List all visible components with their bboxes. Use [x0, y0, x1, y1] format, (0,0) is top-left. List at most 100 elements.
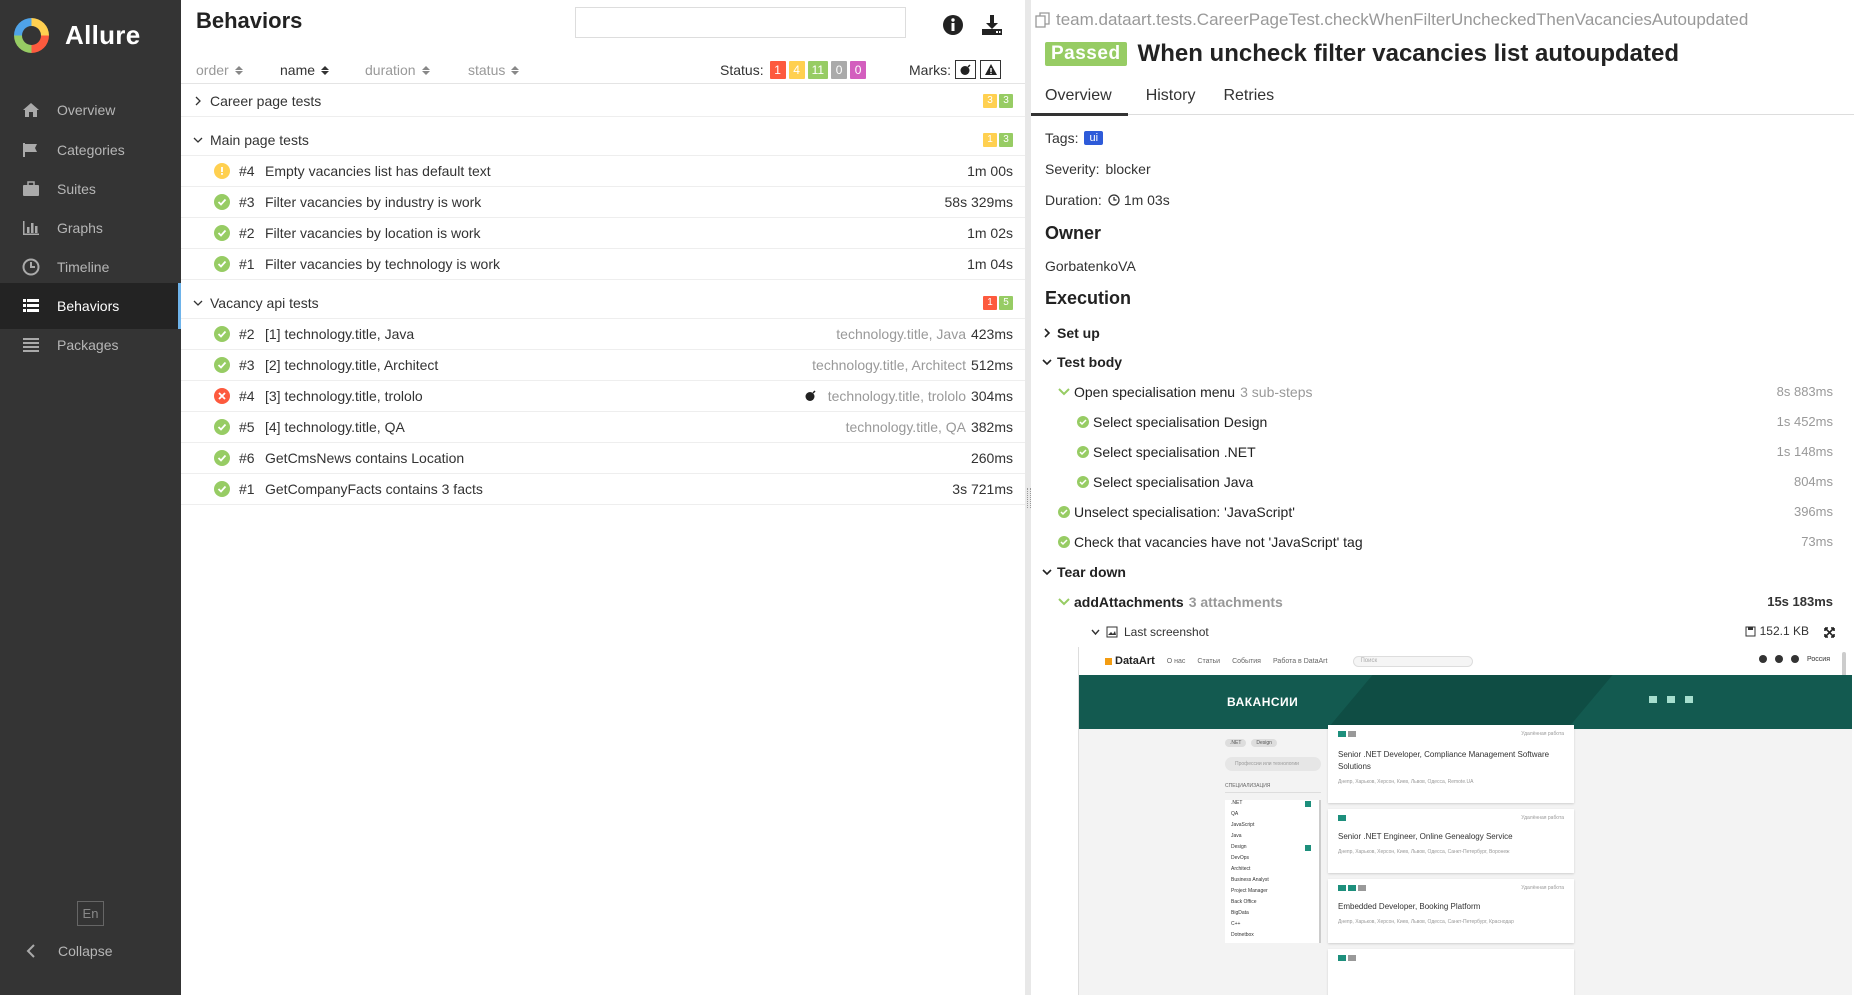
screenshot-card-cities: Днепр, Харьков, Херсон, Киев, Львов, Оде…: [1338, 919, 1514, 925]
chevron-down-icon: [1041, 358, 1053, 366]
passed-icon: [1077, 476, 1089, 488]
status-label: Status:: [720, 62, 764, 78]
step-open-specialisation[interactable]: Open specialisation menu 3 sub-steps: [1058, 381, 1312, 403]
download-icon[interactable]: [980, 13, 1004, 37]
chevron-left-icon: [20, 941, 42, 961]
sort-arrows-icon: [421, 65, 430, 75]
test-row[interactable]: #2 Filter vacancies by location is work …: [181, 218, 1025, 249]
new-failed-mark-toggle[interactable]: [980, 60, 1001, 79]
screenshot-nav-item: Работа в DataArt: [1272, 657, 1328, 665]
step-duration: 15s 183ms: [1767, 594, 1833, 609]
passed-icon: [214, 481, 230, 497]
chevron-down-icon: [1091, 629, 1100, 635]
test-row[interactable]: #4 Empty vacancies list has default text…: [181, 156, 1025, 187]
screenshot-nav-item: О нас: [1166, 657, 1186, 665]
test-number: #1: [239, 481, 255, 497]
test-row[interactable]: #5 [4] technology.title, QA technology.t…: [181, 412, 1025, 443]
step-substeps: 3 sub-steps: [1240, 384, 1313, 400]
sort-arrows-icon: [321, 65, 330, 75]
test-body-step[interactable]: Test body: [1041, 351, 1122, 373]
screenshot-card-cities: Днепр, Харьков, Херсон, Киев, Львов, Оде…: [1338, 849, 1510, 855]
status-toggle-skipped[interactable]: 0: [831, 61, 848, 79]
step-check-vacancies[interactable]: Check that vacancies have not 'JavaScrip…: [1058, 531, 1363, 553]
tab-history[interactable]: History: [1132, 84, 1210, 115]
step-add-attachments[interactable]: addAttachments 3 attachments: [1058, 591, 1283, 613]
screenshot-vacancy-card: Удалённая работа Senior .NET Developer, …: [1328, 725, 1574, 803]
copy-icon[interactable]: [1035, 12, 1051, 28]
step-duration: 8s 883ms: [1776, 384, 1833, 399]
step-select-design[interactable]: Select specialisation Design: [1077, 411, 1267, 433]
step-select-java[interactable]: Select specialisation Java: [1077, 471, 1253, 493]
status-toggle-broken[interactable]: 4: [788, 61, 805, 79]
tab-retries[interactable]: Retries: [1209, 84, 1288, 115]
test-name: [4] technology.title, QA: [265, 419, 405, 435]
screenshot-vacancy-card: [1328, 949, 1574, 995]
step-duration: 804ms: [1793, 474, 1833, 489]
flaky-mark-toggle[interactable]: [955, 60, 976, 79]
allure-logo: [14, 17, 49, 53]
sort-order[interactable]: order: [196, 62, 243, 78]
step-unselect-javascript[interactable]: Unselect specialisation: 'JavaScript': [1058, 501, 1295, 523]
screenshot-spec-item: Architect: [1231, 866, 1251, 872]
status-toggle-failed[interactable]: 1: [769, 61, 786, 79]
brand[interactable]: Allure: [0, 0, 181, 70]
language-button[interactable]: En: [77, 901, 104, 926]
step-name: Check that vacancies have not 'JavaScrip…: [1074, 534, 1363, 550]
test-row[interactable]: #1 GetCompanyFacts contains 3 facts 3s 7…: [181, 474, 1025, 505]
clock-icon: [20, 257, 42, 277]
sidebar-item-label: Graphs: [57, 220, 103, 236]
attachment-row[interactable]: Last screenshot: [1091, 623, 1209, 641]
step-duration: 396ms: [1793, 504, 1833, 519]
search-input[interactable]: [575, 7, 906, 38]
test-row[interactable]: #3 Filter vacancies by industry is work …: [181, 187, 1025, 218]
sort-duration[interactable]: duration: [365, 62, 430, 78]
test-duration: 382ms: [970, 419, 1013, 435]
test-duration: 1m 04s: [967, 256, 1013, 272]
step-name: Select specialisation .NET: [1093, 444, 1256, 460]
status-toggle-passed[interactable]: 11: [807, 61, 829, 79]
test-row[interactable]: #4 [3] technology.title, trololo technol…: [181, 381, 1025, 412]
tab-overview[interactable]: Overview: [1031, 84, 1128, 116]
sidebar: Allure Overview Categories Suites Graphs…: [0, 0, 181, 995]
sort-arrows-icon: [511, 65, 520, 75]
sidebar-item-packages[interactable]: Packages: [0, 322, 181, 368]
screenshot-card-tag: [1338, 955, 1346, 961]
screenshot-card-tag: [1348, 955, 1356, 961]
info-icon[interactable]: [941, 13, 965, 37]
tree-group[interactable]: Career page tests 33: [181, 85, 1025, 117]
screenshot-logo: DataArt: [1105, 655, 1155, 667]
screenshot-banner-title: ВАКАНСИИ: [1227, 695, 1299, 709]
screenshot-spec-item: Design: [1231, 844, 1319, 855]
teardown-step[interactable]: Tear down: [1041, 561, 1126, 583]
step-select-net[interactable]: Select specialisation .NET: [1077, 441, 1256, 463]
sort-status[interactable]: status: [468, 62, 520, 78]
test-number: #3: [239, 194, 255, 210]
group-name: Main page tests: [210, 131, 309, 148]
screenshot-header-icons: Россия: [1759, 655, 1830, 663]
sort-name[interactable]: name: [280, 62, 330, 78]
passed-icon: [1058, 536, 1070, 548]
test-row[interactable]: #2 [1] technology.title, Java technology…: [181, 319, 1025, 350]
testcase-pane: team.dataart.tests.CareerPageTest.checkW…: [1031, 0, 1854, 995]
collapse-button[interactable]: Collapse: [20, 940, 112, 962]
test-row[interactable]: #6 GetCmsNews contains Location 260ms: [181, 443, 1025, 474]
screenshot-card-tag: [1348, 731, 1356, 737]
test-row[interactable]: #1 Filter vacancies by technology is wor…: [181, 249, 1025, 280]
test-row[interactable]: #3 [2] technology.title, Architect techn…: [181, 350, 1025, 381]
passed-icon: [1058, 506, 1070, 518]
test-number: #6: [239, 450, 255, 466]
expand-icon[interactable]: [1824, 625, 1835, 641]
setup-step[interactable]: Set up: [1041, 322, 1100, 344]
sidebar-item-label: Timeline: [57, 259, 110, 275]
flag-icon: [20, 140, 42, 160]
status-toggle-unknown[interactable]: 0: [850, 61, 867, 79]
screenshot-spec-item: Project Manager: [1231, 888, 1268, 894]
passed-icon: [214, 194, 230, 210]
tree-group[interactable]: Main page tests 13: [181, 124, 1025, 156]
test-duration: 1m 02s: [967, 225, 1013, 241]
tree-group[interactable]: Vacancy api tests 15: [181, 287, 1025, 319]
chevron-down-icon: [1058, 388, 1070, 396]
screenshot-spec-item: DevOps: [1231, 855, 1250, 861]
tags-row: Tags: ui: [1045, 130, 1104, 146]
screenshot-preview: DataArt О нас Статьи События Работа в Da…: [1078, 647, 1852, 995]
